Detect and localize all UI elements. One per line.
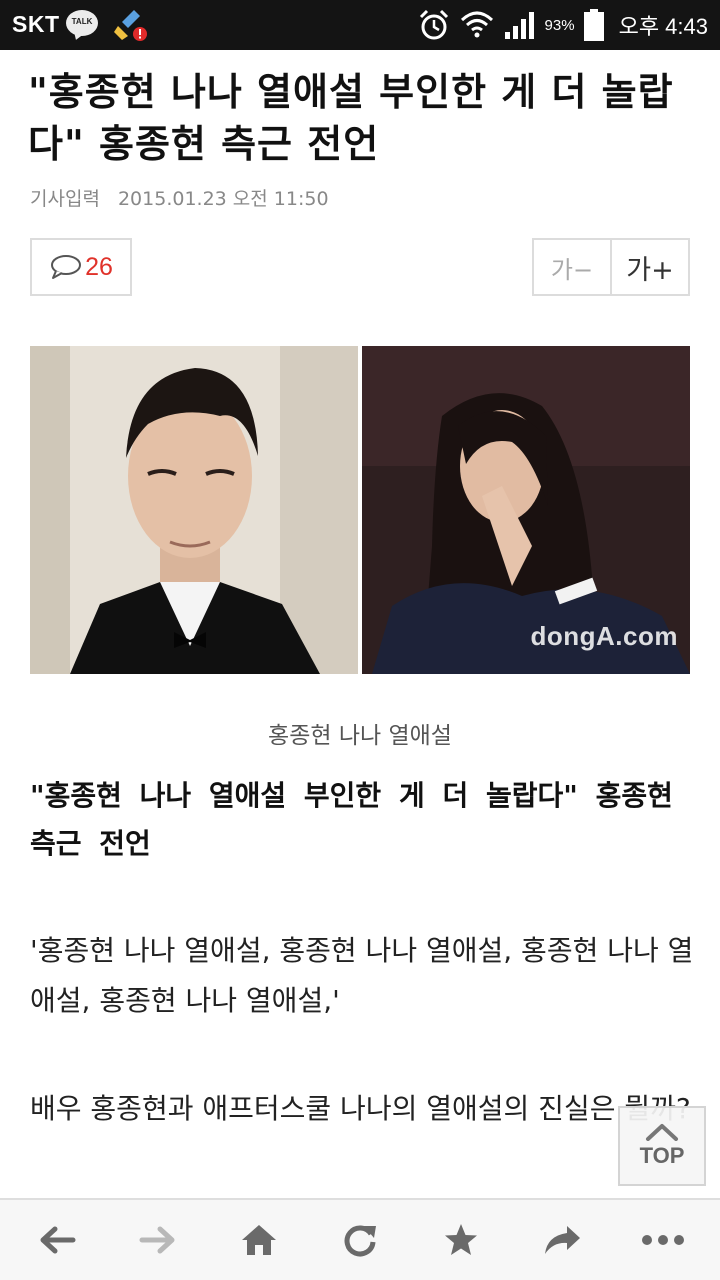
bookmark-button[interactable]: [421, 1205, 501, 1275]
more-icon: [642, 1235, 685, 1245]
kakaotalk-icon: TALK: [66, 10, 98, 36]
back-arrow-icon: [40, 1226, 76, 1254]
carrier-label: SKT: [12, 11, 60, 37]
forward-button[interactable]: [118, 1205, 198, 1275]
font-size-control: 가− 가+: [532, 238, 690, 296]
body-paragraph: '홍종현 나나 열애설, 홍종현 나나 열애설, 홍종현 나나 열애설, 홍종현…: [30, 934, 694, 1017]
font-increase-button[interactable]: 가+: [612, 240, 688, 294]
article-photo: dongA.com: [30, 346, 690, 674]
star-icon: [445, 1224, 478, 1255]
body-paragraph: 배우 홍종현과 애프터스쿨 나나의 열애설의 진실은 뭘까?: [30, 1092, 691, 1125]
forward-arrow-icon: [139, 1226, 175, 1254]
article-title: "홍종현 나나 열애설 부인한 게 더 놀랍다" 홍종현 측근 전언: [28, 70, 674, 166]
photo-watermark: dongA.com: [530, 621, 678, 651]
share-icon: [545, 1226, 581, 1254]
comment-count: 26: [85, 252, 113, 281]
article-meta: 기사입력 2015.01.23 오전 11:50: [30, 184, 329, 211]
more-button[interactable]: [623, 1205, 703, 1275]
photo-caption: 홍종현 나나 열애설: [268, 723, 452, 749]
photo-right: dongA.com: [362, 346, 690, 674]
signal-icon: [504, 12, 534, 39]
published-label: 기사입력: [30, 188, 100, 210]
portrait-man-image: [30, 346, 358, 674]
chevron-up-icon: [646, 1124, 678, 1141]
back-button[interactable]: [17, 1205, 97, 1275]
share-button[interactable]: [522, 1205, 602, 1275]
scroll-top-button[interactable]: TOP: [618, 1106, 706, 1186]
status-bar: SKT TALK 93% 오후 4:43: [0, 0, 720, 50]
article-subhead: "홍종현 나나 열애설 부인한 게 더 놀랍다" 홍종현 측근 전언: [30, 779, 673, 860]
refresh-button[interactable]: [320, 1205, 400, 1275]
published-date: 2015.01.23 오전 11:50: [117, 188, 329, 210]
home-icon: [241, 1225, 276, 1255]
refresh-icon: [344, 1225, 376, 1257]
battery-percent: 93%: [544, 16, 575, 34]
status-icons: 93% 오후 4:43: [417, 0, 708, 50]
photo-left: [30, 346, 358, 674]
cleaner-icon: [114, 10, 147, 41]
comments-button[interactable]: 26: [30, 238, 132, 296]
scroll-top-label: TOP: [639, 1143, 685, 1168]
browser-toolbar: [0, 1198, 720, 1280]
home-button[interactable]: [219, 1205, 299, 1275]
wifi-icon: [460, 11, 493, 38]
font-decrease-button[interactable]: 가−: [534, 240, 612, 294]
speech-bubble-icon: [51, 255, 82, 279]
alarm-icon: [419, 9, 448, 40]
clock: 오후 4:43: [618, 14, 708, 39]
battery-icon: [583, 9, 604, 41]
